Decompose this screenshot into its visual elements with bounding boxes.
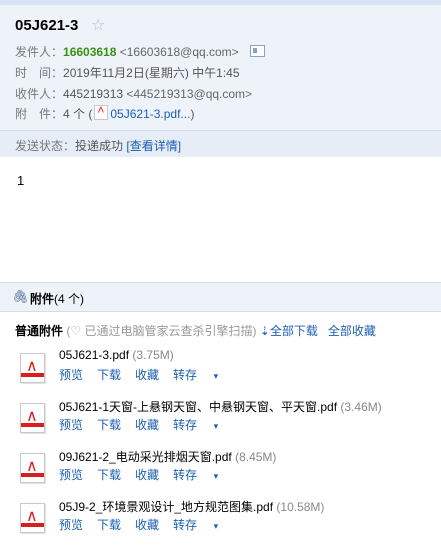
file-name[interactable]: 05J9-2_环境景观设计_地方规范图集.pdf (59, 500, 273, 514)
forward-button[interactable]: 转存 ▾ (173, 418, 232, 432)
status-label: 发送状态： (15, 139, 76, 153)
file-size: (3.75M) (132, 348, 174, 362)
forward-button[interactable]: 转存 ▾ (173, 368, 232, 382)
download-button[interactable]: 下载 (97, 418, 121, 432)
forward-label: 转存 (173, 418, 198, 432)
save-button[interactable]: 收藏 (135, 418, 159, 432)
download-button[interactable]: 下载 (97, 468, 121, 482)
attachment-item: 05J621-3.pdf (3.75M) 预览下载收藏转存 ▾ (16, 348, 436, 390)
pdf-file-icon[interactable] (20, 353, 45, 383)
status-row: 发送状态：投递成功 [查看详情] (15, 137, 181, 154)
file-name[interactable]: 09J621-2_电动采光排烟天窗.pdf (59, 450, 232, 464)
sender-address: <16603618@qq.com> (119, 45, 239, 59)
preview-button[interactable]: 预览 (59, 468, 83, 482)
recipient-label: 收件人： (15, 87, 64, 101)
attachment-preview-link[interactable]: 05J621-3.pdf... (110, 107, 190, 121)
attachment-label: 附 件： (15, 107, 64, 121)
attachment-item: 05J9-2_环境景观设计_地方规范图集.pdf (10.58M) 预览下载收藏… (16, 498, 436, 540)
status-bar: 发送状态：投递成功 [查看详情] (0, 130, 441, 157)
save-button[interactable]: 收藏 (135, 468, 159, 482)
paperclip-icon: 🖇 (12, 289, 29, 304)
star-icon[interactable]: ☆ (91, 15, 105, 35)
forward-label: 转存 (173, 518, 198, 532)
sender-label: 发件人： (15, 45, 64, 59)
attachment-item: 09J621-2_电动采光排烟天窗.pdf (8.45M) 预览下载收藏转存 ▾ (16, 448, 436, 490)
time-label: 时 间： (15, 66, 64, 80)
sender-name[interactable]: 16603618 (63, 45, 116, 59)
preview-button[interactable]: 预览 (59, 368, 83, 382)
chevron-down-icon: ▾ (211, 371, 219, 381)
status-details-link[interactable]: [查看详情] (126, 139, 181, 153)
mail-body: 1 (17, 173, 25, 188)
save-button[interactable]: 收藏 (135, 518, 159, 532)
download-arrow-icon: ⇣ (259, 324, 270, 338)
pdf-file-icon[interactable] (20, 453, 45, 483)
file-size: (3.46M) (340, 400, 382, 414)
recipient-name[interactable]: 445219313 (63, 87, 123, 101)
paren-close: ) (190, 107, 195, 121)
file-actions: 预览 下载 收藏 转存 ▾ (59, 416, 246, 433)
attachments-toolbar: 普通附件 (♡ 已通过电脑管家云查杀引擎扫描) ⇣全部下载 全部收藏 (15, 322, 376, 339)
pdf-file-icon[interactable] (20, 503, 45, 533)
scan-note: (♡ 已通过电脑管家云查杀引擎扫描) (66, 324, 257, 338)
attachment-count: 4 个 (63, 107, 86, 121)
download-button[interactable]: 下载 (97, 518, 121, 532)
forward-button[interactable]: 转存 ▾ (173, 468, 232, 482)
attachment-item: 05J621-1天窗-上悬钢天窗、中悬钢天窗、平天窗.pdf (3.46M) 预… (16, 398, 436, 440)
save-button[interactable]: 收藏 (135, 368, 159, 382)
pdf-icon-bar (21, 423, 44, 427)
save-all-button[interactable]: 全部收藏 (328, 324, 376, 338)
forward-button[interactable]: 转存 ▾ (173, 518, 232, 532)
time-value: 2019年11月2日(星期六) 中午1:45 (63, 66, 240, 80)
pdf-icon-bar (21, 473, 44, 477)
file-actions: 预览 下载 收藏 转存 ▾ (59, 516, 246, 533)
attachments-title-text: 附件 (30, 292, 55, 306)
normal-attachments-label: 普通附件 (15, 324, 64, 338)
attachments-title: 附件(4 个) (30, 290, 84, 307)
preview-button[interactable]: 预览 (59, 518, 83, 532)
chevron-down-icon: ▾ (211, 521, 219, 531)
recipient-row: 收件人：445219313 <445219313@qq.com> (15, 85, 252, 102)
file-actions: 预览 下载 收藏 转存 ▾ (59, 366, 246, 383)
file-actions: 预览 下载 收藏 转存 ▾ (59, 466, 246, 483)
chevron-down-icon: ▾ (211, 471, 219, 481)
chevron-down-icon: ▾ (211, 421, 219, 431)
pdf-icon-bar (21, 373, 44, 377)
pdf-icon-bar (21, 523, 44, 527)
forward-label: 转存 (173, 468, 198, 482)
file-name[interactable]: 05J621-1天窗-上悬钢天窗、中悬钢天窗、平天窗.pdf (59, 400, 337, 414)
contact-card-icon[interactable] (250, 45, 266, 57)
paren-open: ( (88, 107, 93, 121)
file-size: (8.45M) (235, 450, 277, 464)
mail-subject: 05J621-3 (15, 17, 79, 34)
file-name[interactable]: 05J621-3.pdf (59, 348, 129, 362)
recipient-address: <445219313@qq.com> (126, 87, 253, 101)
download-button[interactable]: 下载 (97, 368, 121, 382)
time-row: 时 间：2019年11月2日(星期六) 中午1:45 (15, 64, 240, 81)
mail-header: 05J621-3 ☆ 发件人：16603618 <16603618@qq.com… (0, 5, 441, 157)
attachment-summary-row: 附 件：4 个 (05J621-3.pdf...) (15, 103, 195, 122)
status-value: 投递成功 (75, 139, 124, 153)
pdf-icon (94, 103, 109, 120)
attachments-count: (4 个) (54, 292, 85, 306)
attachments-header: 🖇 附件(4 个) (0, 282, 441, 312)
download-all-button[interactable]: 全部下载 (270, 324, 318, 338)
pdf-file-icon[interactable] (20, 403, 45, 433)
file-size: (10.58M) (276, 500, 325, 514)
forward-label: 转存 (173, 368, 198, 382)
sender-row: 发件人：16603618 <16603618@qq.com> (15, 43, 266, 60)
preview-button[interactable]: 预览 (59, 418, 83, 432)
